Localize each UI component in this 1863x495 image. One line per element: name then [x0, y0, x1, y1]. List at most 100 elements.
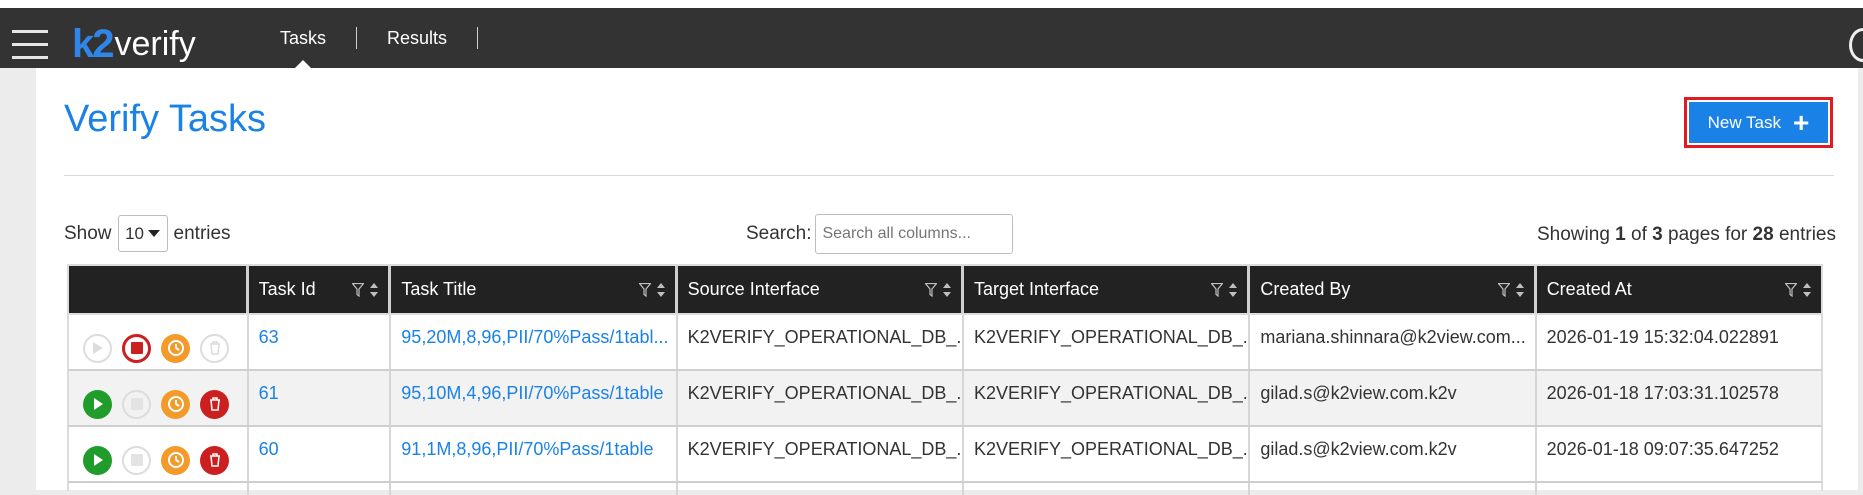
filter-icon[interactable] — [1211, 283, 1224, 297]
stop-icon[interactable] — [122, 445, 151, 475]
nav-divider — [477, 27, 479, 49]
pages-for-label: pages for — [1668, 224, 1748, 245]
task-title[interactable]: 95,20M,8,96,PII/70%Pass/1tabl... — [391, 315, 678, 369]
cell — [1250, 483, 1537, 495]
chevron-down-icon — [147, 230, 160, 237]
delete-icon[interactable] — [200, 389, 229, 419]
page-title: Verify Tasks — [64, 98, 267, 140]
plus-icon: + — [1793, 106, 1810, 138]
task-id[interactable]: 60 — [249, 427, 392, 481]
menu-icon[interactable] — [12, 30, 48, 60]
cell — [964, 483, 1251, 495]
search-label: Search: — [746, 223, 812, 244]
sort-icon[interactable] — [370, 283, 379, 297]
table-row: 60 91,1M,8,96,PII/70%Pass/1table K2VERIF… — [67, 427, 1823, 483]
column-header-source-interface[interactable]: Source Interface — [678, 266, 964, 313]
column-label: Task Title — [401, 279, 477, 299]
filter-icon[interactable] — [1785, 283, 1798, 297]
created-at: 2026-01-18 09:07:35.647252 — [1546, 439, 1779, 459]
sort-icon[interactable] — [656, 283, 665, 297]
column-header-task-id[interactable]: Task Id — [249, 266, 392, 313]
sort-icon[interactable] — [943, 283, 951, 297]
column-header-target-interface[interactable]: Target Interface — [964, 266, 1251, 313]
entries-control: Show 10 entries — [64, 215, 231, 252]
cell — [249, 483, 392, 495]
stop-icon[interactable] — [122, 389, 151, 419]
nav-results[interactable]: Results — [357, 8, 477, 68]
pagination-info: Showing 1 of 3 pages for 28 entries — [1537, 224, 1836, 246]
main-nav: Tasks Results — [250, 8, 479, 68]
target-interface: K2VERIFY_OPERATIONAL_DB_... — [964, 315, 1251, 369]
logo-k2: k2 — [72, 22, 114, 66]
filter-icon[interactable] — [1497, 283, 1510, 297]
column-header-task-title[interactable]: Task Title — [391, 266, 678, 313]
cell — [391, 483, 678, 495]
total-pages: 3 — [1652, 224, 1663, 245]
tasks-table: Task Id Task Title Source Interface Targ… — [67, 264, 1823, 495]
entries-suffix: entries — [1778, 224, 1836, 245]
play-icon[interactable] — [83, 445, 112, 475]
row-actions — [69, 427, 249, 481]
new-task-button[interactable]: New Task + — [1689, 102, 1828, 143]
column-header-created-by[interactable]: Created By — [1250, 266, 1537, 313]
divider — [64, 175, 1834, 176]
entries-select[interactable]: 10 — [117, 215, 168, 252]
logo-verify: verify — [114, 25, 196, 63]
entries-value: 10 — [125, 223, 144, 243]
table-row: 61 95,10M,4,96,PII/70%Pass/1table K2VERI… — [67, 371, 1823, 427]
stop-icon[interactable] — [122, 333, 151, 363]
created-by: gilad.s@k2view.com.k2v — [1250, 371, 1537, 425]
filter-icon[interactable] — [352, 283, 365, 297]
content-panel: Verify Tasks New Task + Show 10 entries … — [36, 68, 1858, 495]
play-icon[interactable] — [83, 389, 112, 419]
column-header-created-at[interactable]: Created At — [1537, 266, 1821, 313]
delete-icon[interactable] — [200, 333, 229, 363]
new-task-button-highlight: New Task + — [1684, 97, 1833, 148]
row-actions — [69, 371, 249, 425]
new-task-label: New Task — [1707, 112, 1782, 132]
task-id[interactable]: 63 — [249, 315, 392, 369]
created-by: mariana.shinnara@k2view.com... — [1250, 315, 1537, 369]
show-label: Show — [64, 222, 112, 244]
top-strip — [0, 0, 1863, 8]
column-label: Created By — [1260, 279, 1351, 299]
task-title[interactable]: 91,1M,8,96,PII/70%Pass/1table — [391, 427, 678, 481]
task-title[interactable]: 95,10M,4,96,PII/70%Pass/1table — [391, 371, 678, 425]
column-label: Target Interface — [974, 279, 1100, 299]
table-header: Task Id Task Title Source Interface Targ… — [67, 264, 1823, 315]
nav-tasks[interactable]: Tasks — [250, 8, 356, 68]
delete-icon[interactable] — [200, 445, 229, 475]
created-at: 2026-01-19 15:32:04.022891 — [1546, 327, 1779, 347]
total-entries: 28 — [1752, 224, 1774, 245]
task-id[interactable]: 61 — [249, 371, 392, 425]
filter-icon[interactable] — [638, 283, 651, 297]
sort-icon[interactable] — [1803, 283, 1812, 297]
target-interface: K2VERIFY_OPERATIONAL_DB_... — [964, 427, 1251, 481]
k2verify-logo[interactable]: k2 verify — [72, 24, 196, 64]
created-by: gilad.s@k2view.com.k2v — [1250, 427, 1537, 481]
user-avatar-icon[interactable] — [1849, 28, 1863, 62]
sort-icon[interactable] — [1229, 283, 1238, 297]
showing-prefix: Showing — [1537, 224, 1610, 245]
created-at: 2026-01-18 17:03:31.102578 — [1546, 383, 1779, 403]
cell — [678, 483, 964, 495]
history-icon[interactable] — [161, 389, 190, 419]
cell — [69, 483, 249, 495]
sort-icon[interactable] — [1515, 283, 1524, 297]
target-interface: K2VERIFY_OPERATIONAL_DB_... — [964, 371, 1251, 425]
history-icon[interactable] — [161, 445, 190, 475]
source-interface: K2VERIFY_OPERATIONAL_DB_... — [678, 427, 964, 481]
entries-label: entries — [173, 222, 231, 244]
cell — [1537, 483, 1821, 495]
source-interface: K2VERIFY_OPERATIONAL_DB_... — [678, 371, 964, 425]
source-interface: K2VERIFY_OPERATIONAL_DB_... — [678, 315, 964, 369]
search-input[interactable] — [815, 214, 1014, 254]
search-control: Search: — [746, 214, 1014, 254]
current-page: 1 — [1615, 224, 1626, 245]
of-label: of — [1631, 224, 1647, 245]
table-row: 63 95,20M,8,96,PII/70%Pass/1tabl... K2VE… — [67, 315, 1823, 371]
filter-icon[interactable] — [925, 283, 937, 297]
play-icon[interactable] — [83, 333, 112, 363]
column-header-actions — [69, 266, 249, 313]
history-icon[interactable] — [161, 333, 190, 363]
